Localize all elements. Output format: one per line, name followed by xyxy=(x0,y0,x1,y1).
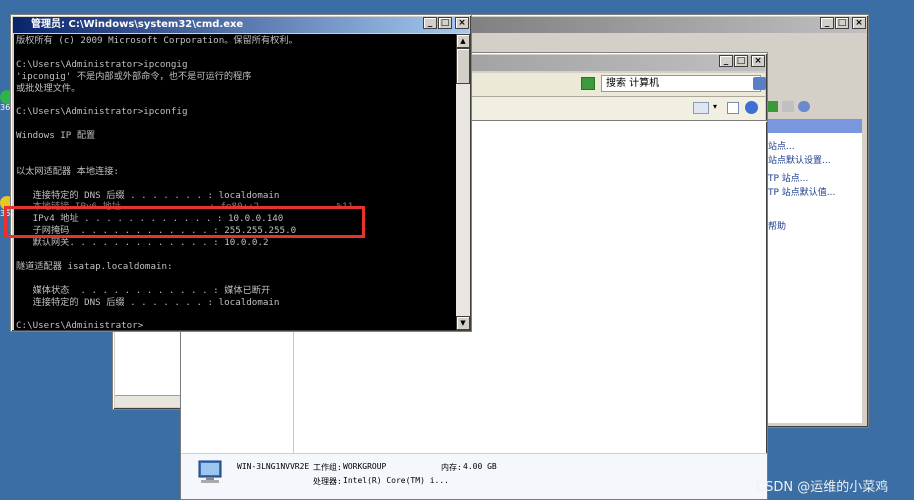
processor-value: Intel(R) Core(TM) i... xyxy=(343,476,449,485)
scroll-thumb[interactable] xyxy=(456,48,470,84)
search-icon[interactable] xyxy=(753,77,766,90)
scroll-up-button[interactable]: ▲ xyxy=(456,34,470,48)
vertical-scrollbar[interactable]: ▲ ▼ xyxy=(456,34,470,330)
help-icon[interactable] xyxy=(798,101,810,112)
watermark: CSDN @运维的小菜鸡 xyxy=(756,480,889,495)
cmd-window[interactable]: 管理员: C:\Windows\system32\cmd.exe _ □ × 版… xyxy=(10,14,472,332)
console-line: 连接特定的 DNS 后缀 . . . . . . . : localdomain xyxy=(16,296,280,308)
minimize-button[interactable]: _ xyxy=(820,17,834,29)
minimize-button[interactable]: _ xyxy=(423,17,437,29)
go-icon[interactable] xyxy=(581,77,595,90)
console-line: 以太网适配器 本地连接: xyxy=(16,165,119,177)
console-line: 或批处理文件。 xyxy=(16,82,81,94)
actions-header xyxy=(766,119,862,133)
memory-value: 4.00 GB xyxy=(463,462,497,471)
console-line: 连接特定的 DNS 后缀 . . . . . . . : localdomain xyxy=(16,189,280,201)
computer-icon xyxy=(195,460,225,486)
console-output[interactable]: 版权所有 (c) 2009 Microsoft Corporation。保留所有… xyxy=(14,34,456,330)
console-line: 媒体状态 . . . . . . . . . . . . : 媒体已断开 xyxy=(16,284,271,296)
scroll-down-button[interactable]: ▼ xyxy=(456,316,470,330)
console-line: 隧道适配器 isatap.localdomain: xyxy=(16,260,173,272)
console-line: C:\Users\Administrator> xyxy=(16,320,144,330)
minimize-button[interactable]: _ xyxy=(719,55,733,67)
preview-pane-icon[interactable] xyxy=(727,102,739,114)
details-pane: WIN-3LNG1NVVR2E 工作组: WORKGROUP 内存: 4.00 … xyxy=(181,453,767,499)
workgroup-value: WORKGROUP xyxy=(343,462,387,471)
maximize-button[interactable]: □ xyxy=(835,17,849,29)
console-line: 'ipcongig' 不是内部或外部命令，也不是可运行的程序 xyxy=(16,70,252,82)
cmd-title-bar[interactable]: 管理员: C:\Windows\system32\cmd.exe xyxy=(13,17,469,33)
console-line: Windows IP 配置 xyxy=(16,130,96,142)
console-line: C:\Users\Administrator>ipconfig xyxy=(16,106,188,118)
processor-label: 处理器: xyxy=(313,477,342,486)
action-link-ftp-defaults[interactable]: TP 站点默认值... xyxy=(768,185,835,198)
iis-title-bar[interactable] xyxy=(468,17,866,33)
close-button[interactable]: × xyxy=(751,55,765,67)
console-line: 版权所有 (c) 2009 Microsoft Corporation。保留所有… xyxy=(16,35,298,46)
help-icon[interactable] xyxy=(745,101,758,114)
close-button[interactable]: × xyxy=(455,17,469,29)
maximize-button[interactable]: □ xyxy=(734,55,748,67)
highlight-box xyxy=(4,206,365,238)
iis-window-controls: _ □ × xyxy=(820,17,866,29)
search-input[interactable]: 搜索 计算机 xyxy=(601,75,761,92)
workgroup-label: 工作组: xyxy=(313,463,342,472)
stop-icon[interactable] xyxy=(782,101,794,112)
iis-toolbar xyxy=(766,101,810,112)
computer-name: WIN-3LNG1NVVR2E xyxy=(237,462,310,471)
action-link-help[interactable]: 帮助 xyxy=(768,219,786,232)
chevron-down-icon[interactable]: ▾ xyxy=(713,102,717,111)
maximize-button[interactable]: □ xyxy=(438,17,452,29)
views-icon[interactable] xyxy=(693,102,709,114)
action-link-ftp-sites[interactable]: TP 站点... xyxy=(768,171,808,184)
action-link-site-defaults[interactable]: 站点默认设置... xyxy=(768,153,831,166)
memory-label: 内存: xyxy=(441,463,462,472)
action-link-sites[interactable]: 站点... xyxy=(768,139,795,152)
cmd-window-controls: _ □ × xyxy=(423,17,469,29)
console-line: 默认网关. . . . . . . . . . . . . : 10.0.0.2 xyxy=(16,237,269,249)
explorer-window-controls: _ □ × xyxy=(719,55,765,67)
console-line: C:\Users\Administrator>ipcongig xyxy=(16,58,188,70)
close-button[interactable]: × xyxy=(852,17,866,29)
